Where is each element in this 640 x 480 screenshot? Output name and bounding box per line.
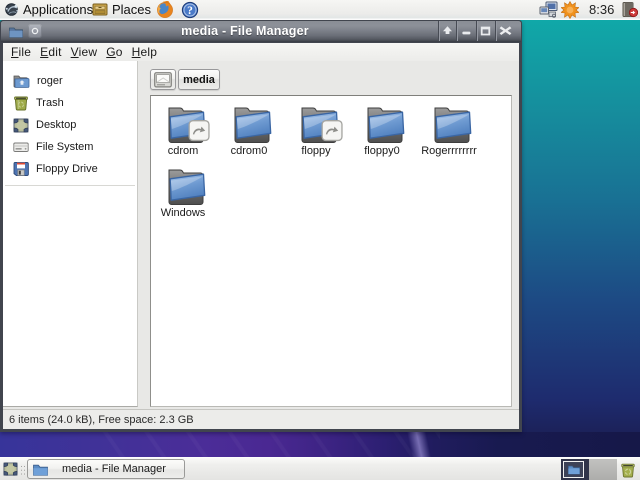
svg-text:?: ? <box>187 5 193 17</box>
